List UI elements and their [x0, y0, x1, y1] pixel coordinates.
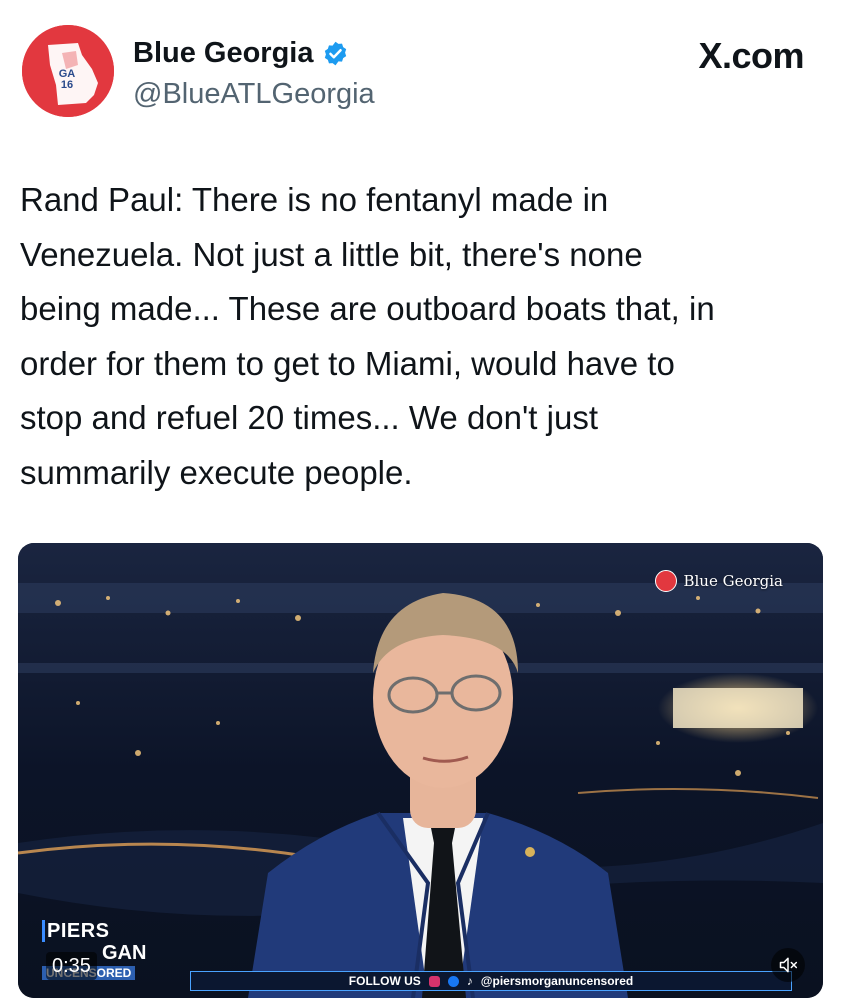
user-handle[interactable]: @BlueATLGeorgia	[133, 78, 375, 111]
tweet-line: Rand Paul: There is no fentanyl made in	[20, 181, 609, 218]
display-name[interactable]: Blue Georgia	[133, 33, 349, 73]
ticker-follow-text: FOLLOW US	[348, 974, 421, 988]
avatar[interactable]: GA 16	[22, 25, 114, 117]
tweet-text: Rand Paul: There is no fentanyl made in …	[20, 173, 820, 500]
display-name-text: Blue Georgia	[133, 36, 314, 69]
svg-text:16: 16	[61, 79, 73, 91]
video-player[interactable]: Blue Georgia PIERS GAN UNCENSORED 0:35 F…	[18, 543, 823, 998]
tweet-line: being made... These are outboard boats t…	[20, 290, 715, 327]
tiktok-icon: ♪	[466, 974, 473, 988]
tweet-line: order for them to get to Miami, would ha…	[20, 344, 675, 382]
video-timestamp: 0:35	[46, 952, 97, 980]
show-logo-line: PIERS	[42, 920, 182, 942]
tweet-line: Venezuela. Not just a little bit, there'…	[20, 235, 643, 273]
watermark-text: Blue Georgia	[683, 572, 783, 590]
verified-badge-icon	[322, 40, 349, 67]
tweet-line: summarily execute people.	[20, 453, 413, 491]
video-ticker: FOLLOW US ♪ @piersmorganuncensored	[190, 971, 792, 991]
georgia-map-icon: GA 16	[22, 25, 114, 117]
ticker-handle: @piersmorganuncensored	[480, 974, 634, 988]
mute-button[interactable]	[771, 948, 805, 982]
video-watermark: Blue Georgia	[655, 570, 783, 592]
site-label: X.com	[698, 35, 804, 76]
facebook-icon	[447, 975, 459, 987]
blue-georgia-logo-icon	[655, 570, 678, 592]
instagram-icon	[428, 975, 440, 987]
speaker-muted-icon	[779, 957, 798, 973]
tweet-line: stop and refuel 20 times... We don't jus…	[20, 399, 598, 436]
